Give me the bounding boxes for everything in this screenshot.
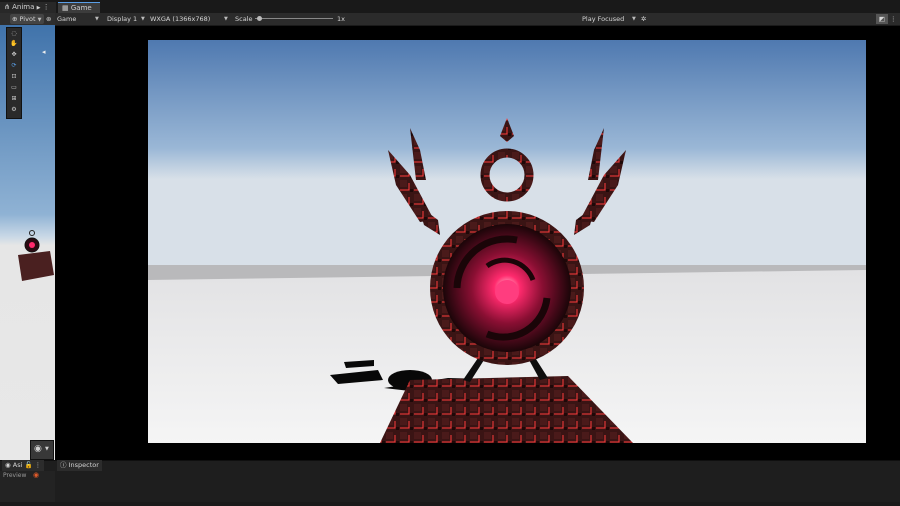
transform-tools-overlay: ◌ ✋ ✥ ⟳ ⊡ ▭ ⊞ ⚙ (6, 27, 22, 119)
resolution-select[interactable]: WXGA (1366x768) ▼ (150, 14, 232, 24)
asset-icon: ◉ (5, 461, 11, 469)
scene-camera-arrow-icon: ◂ (42, 48, 46, 56)
game-viewport[interactable] (148, 40, 866, 443)
pivot-icon: ⊕ (12, 15, 18, 23)
stats-toggle-icon[interactable]: ◩ (876, 14, 888, 24)
inspector-panel (55, 471, 900, 506)
scale-label: Scale (235, 15, 253, 23)
rotate-tool-icon[interactable]: ⟳ (9, 61, 19, 70)
game-view-toolbar: Game ▼ Display 1 ▼ WXGA (1366x768) ▼ Sca… (55, 13, 900, 26)
move-tool-icon[interactable]: ✥ (9, 50, 19, 59)
chevron-down-icon: ▼ (141, 16, 145, 22)
transform-tool-icon[interactable]: ⊞ (9, 94, 19, 103)
play-mode-select[interactable]: Play Focused ▼ (582, 14, 638, 24)
display-select[interactable]: Display 1 ▼ (107, 14, 147, 24)
game-icon: ▦ (62, 4, 69, 12)
animation-icon: ⋔ (4, 3, 10, 11)
display-select-label: Display 1 (107, 15, 138, 23)
scale-value: 1x (337, 15, 345, 23)
scene-toolbar: ⊕ Pivot ▼ ⊛ (0, 13, 55, 25)
game-view-select-label: Game (57, 15, 77, 23)
preview-label: Preview (3, 472, 27, 479)
window-tab-bar (0, 0, 900, 13)
bug-icon[interactable]: ✲ (641, 14, 646, 24)
game-render (148, 40, 866, 443)
tab-asset-label: Asi (12, 461, 23, 469)
chevron-down-icon: ▼ (37, 17, 42, 23)
rect-tool-icon[interactable]: ▭ (9, 83, 19, 92)
kebab-menu-icon[interactable]: ⋮ (35, 461, 42, 469)
lock-icon[interactable]: 🔓 (24, 461, 32, 469)
status-bar (0, 502, 900, 506)
kebab-menu-icon[interactable]: ⋮ (43, 3, 50, 11)
scale-slider-handle[interactable] (256, 16, 262, 21)
view-tool-icon[interactable]: ◌ (9, 29, 19, 38)
custom-tool-icon[interactable]: ⚙ (9, 105, 19, 114)
scene-object-preview (18, 230, 54, 281)
resolution-select-label: WXGA (1366x768) (150, 15, 211, 23)
scale-slider[interactable] (255, 16, 333, 21)
tab-animation[interactable]: ⋔ Anima ▶ ⋮ (0, 2, 56, 13)
hand-tool-icon[interactable]: ✋ (9, 39, 19, 48)
scene-camera-button[interactable]: ◉ ▼ (30, 440, 54, 460)
scale-tool-icon[interactable]: ⊡ (9, 72, 19, 81)
tab-game-label: Game (70, 4, 92, 12)
tab-asset[interactable]: ◉ Asi 🔓 ⋮ (2, 460, 45, 471)
pivot-label: Pivot (19, 15, 36, 23)
chevron-down-icon: ▼ (224, 16, 228, 22)
tab-inspector[interactable]: ⓘ Inspector (57, 460, 102, 471)
pivot-select[interactable]: ⊕ Pivot ▼ (10, 14, 44, 24)
chevron-down-icon: ▼ (95, 16, 99, 22)
play-icon: ▶ (36, 5, 41, 11)
camera-icon: ◉ (34, 444, 42, 454)
play-mode-select-label: Play Focused (582, 15, 625, 23)
game-view-select[interactable]: Game ▼ (57, 14, 101, 24)
chevron-down-icon: ▼ (45, 446, 49, 452)
info-icon: ⓘ (60, 461, 67, 469)
global-icon[interactable]: ⊛ (46, 14, 51, 24)
tab-animation-label: Anima (12, 3, 35, 11)
tab-inspector-label: Inspector (68, 461, 99, 469)
kebab-menu-icon[interactable]: ⋮ (890, 14, 897, 24)
chevron-down-icon: ▼ (632, 16, 636, 22)
record-icon[interactable]: ◉ (33, 471, 39, 479)
asset-panel: Preview ◉ (0, 471, 56, 506)
